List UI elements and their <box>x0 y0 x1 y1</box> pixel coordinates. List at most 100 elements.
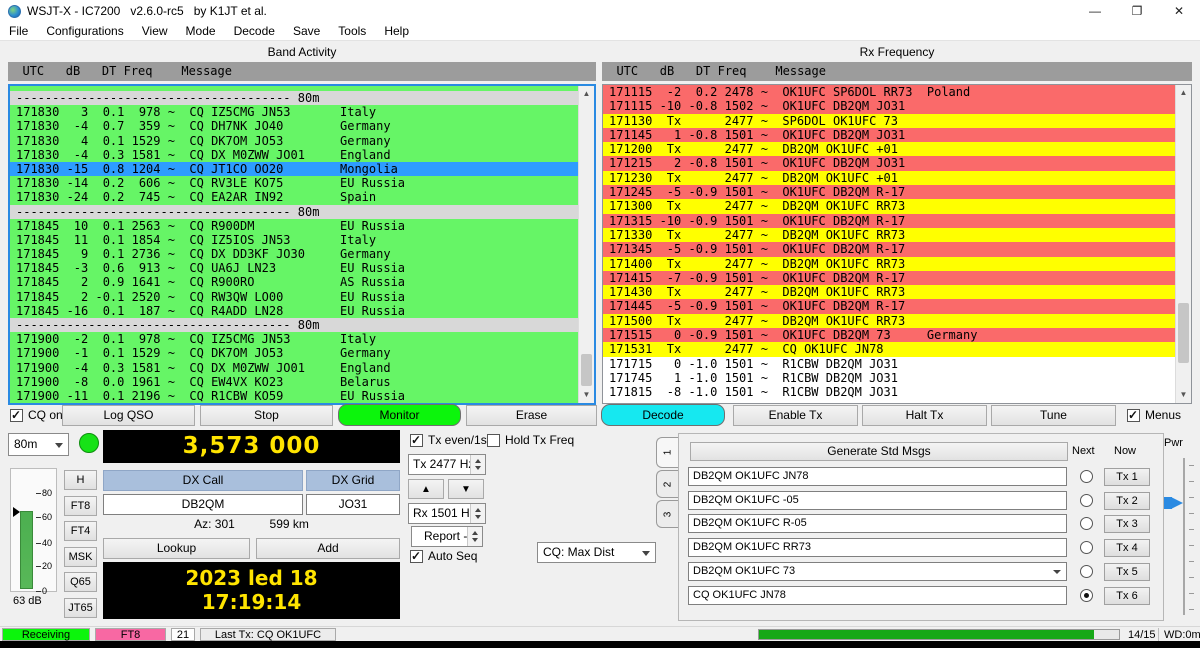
report-spinner[interactable]: Report -5 <box>411 526 483 547</box>
decode-button[interactable]: Decode <box>601 404 725 426</box>
band-activity-scrollbar[interactable]: ▲ ▼ <box>578 86 594 403</box>
dx-grid-field[interactable]: JO31 <box>306 494 400 515</box>
rx-frequency-row[interactable]: 171515 0 -0.9 1501 ~ OK1UFC DB2QM 73 Ger… <box>603 328 1175 342</box>
rx-frequency-row[interactable]: 171200 Tx 2477 ~ DB2QM OK1UFC +01 <box>603 142 1175 156</box>
rx-frequency-row[interactable]: 171531 Tx 2477 ~ CQ OK1UFC JN78 <box>603 342 1175 356</box>
scroll-down-icon[interactable]: ▼ <box>579 387 594 403</box>
tx-message-field-5[interactable]: DB2QM OK1UFC 73 <box>688 562 1067 581</box>
tx-3-button[interactable]: Tx 3 <box>1104 515 1150 533</box>
message-tab-3[interactable]: 3 <box>656 500 678 528</box>
menu-view[interactable]: View <box>133 24 177 38</box>
next-radio-4[interactable] <box>1080 541 1093 554</box>
tx-1-button[interactable]: Tx 1 <box>1104 468 1150 486</box>
close-button[interactable]: ✕ <box>1158 0 1200 22</box>
rx-frequency-row[interactable]: 171445 -5 -0.9 1501 ~ OK1UFC DB2QM R-17 <box>603 299 1175 313</box>
rx-frequency-row[interactable]: 171115 -10 -0.8 1502 ~ OK1UFC DB2QM JO31 <box>603 99 1175 113</box>
menu-save[interactable]: Save <box>284 24 329 38</box>
restore-button[interactable]: ❐ <box>1116 0 1158 22</box>
band-activity-row[interactable]: 171900 -8 0.0 1961 ~ CQ EW4VX KO23Belaru… <box>10 375 578 389</box>
tx-freq-up-button[interactable]: ▲ <box>408 479 444 499</box>
menu-configurations[interactable]: Configurations <box>37 24 132 38</box>
band-activity-list[interactable]: -------------------------------------- 8… <box>8 84 596 405</box>
rx-frequency-row[interactable]: 171115 -2 0.2 2478 ~ OK1UFC SP6DOL RR73 … <box>603 85 1175 99</box>
band-activity-row[interactable]: 171845 10 0.1 2563 ~ CQ R900DMEU Russia <box>10 219 578 233</box>
band-activity-row[interactable]: 171830 -24 0.2 745 ~ CQ EA2AR IN92Spain <box>10 190 578 204</box>
tx-message-field-4[interactable]: DB2QM OK1UFC RR73 <box>688 538 1067 557</box>
spin-buttons-icon[interactable] <box>467 527 482 546</box>
tx-freq-down-button[interactable]: ▼ <box>448 479 484 499</box>
mode-button-jt65[interactable]: JT65 <box>64 598 97 618</box>
rx-frequency-row[interactable]: 171330 Tx 2477 ~ DB2QM OK1UFC RR73 <box>603 228 1175 242</box>
rx-frequency-row[interactable]: 171430 Tx 2477 ~ DB2QM OK1UFC RR73 <box>603 285 1175 299</box>
lookup-button[interactable]: Lookup <box>103 538 250 559</box>
dx-call-field[interactable]: DB2QM <box>103 494 303 515</box>
spin-buttons-icon[interactable] <box>470 504 485 523</box>
band-activity-row[interactable]: 171845 -3 0.6 913 ~ CQ UA6J LN23EU Russi… <box>10 261 578 275</box>
spin-buttons-icon[interactable] <box>470 455 485 474</box>
rx-frequency-row[interactable]: 171230 Tx 2477 ~ DB2QM OK1UFC +01 <box>603 171 1175 185</box>
mode-button-ft4[interactable]: FT4 <box>64 521 97 541</box>
scroll-up-icon[interactable]: ▲ <box>579 86 594 102</box>
rx-frequency-row[interactable]: 171315 -10 -0.9 1501 ~ OK1UFC DB2QM R-17 <box>603 214 1175 228</box>
tx-message-field-3[interactable]: DB2QM OK1UFC R-05 <box>688 514 1067 533</box>
scroll-thumb[interactable] <box>1178 303 1189 363</box>
scroll-down-icon[interactable]: ▼ <box>1176 387 1191 403</box>
band-activity-row[interactable]: 171845 11 0.1 1854 ~ CQ IZ5IOS JN53Italy <box>10 233 578 247</box>
tx-message-field-1[interactable]: DB2QM OK1UFC JN78 <box>688 467 1067 486</box>
minimize-button[interactable]: — <box>1074 0 1116 22</box>
band-activity-row[interactable]: 171845 2 0.9 1641 ~ CQ R900ROAS Russia <box>10 275 578 289</box>
tx-6-button[interactable]: Tx 6 <box>1104 587 1150 605</box>
band-activity-row[interactable]: 171845 9 0.1 2736 ~ CQ DX DD3KF JO30Germ… <box>10 247 578 261</box>
tx-even-checkbox[interactable]: Tx even/1st <box>410 433 490 447</box>
band-activity-row[interactable]: 171830 -4 0.7 359 ~ CQ DH7NK JO40Germany <box>10 119 578 133</box>
band-activity-row[interactable]: 171830 3 0.1 978 ~ CQ IZ5CMG JN53Italy <box>10 105 578 119</box>
menu-file[interactable]: File <box>0 24 37 38</box>
rx-frequency-row[interactable]: 171715 0 -1.0 1501 ~ R1CBW DB2QM JO31 <box>603 357 1175 371</box>
tx-message-field-2[interactable]: DB2QM OK1UFC -05 <box>688 491 1067 510</box>
tx-4-button[interactable]: Tx 4 <box>1104 539 1150 557</box>
mode-button-msk[interactable]: MSK <box>64 547 97 567</box>
pwr-slider[interactable] <box>1183 458 1185 615</box>
band-activity-row[interactable]: 171830 -4 0.3 1581 ~ CQ DX M0ZWW JO01Eng… <box>10 148 578 162</box>
band-activity-row[interactable]: 171900 -4 0.3 1581 ~ CQ DX M0ZWW JO01Eng… <box>10 361 578 375</box>
menu-decode[interactable]: Decode <box>225 24 284 38</box>
tx-message-field-6[interactable]: CQ OK1UFC JN78 <box>688 586 1067 605</box>
band-select[interactable]: 80m <box>8 433 69 456</box>
erase-button[interactable]: Erase <box>466 405 597 426</box>
mode-button-q65[interactable]: Q65 <box>64 572 97 592</box>
next-radio-5[interactable] <box>1080 565 1093 578</box>
band-activity-row[interactable]: 171845 2 -0.1 2520 ~ CQ RW3QW LO00EU Rus… <box>10 290 578 304</box>
scroll-up-icon[interactable]: ▲ <box>1176 85 1191 101</box>
rx-frequency-row[interactable]: 171415 -7 -0.9 1501 ~ OK1UFC DB2QM R-17 <box>603 271 1175 285</box>
rx-frequency-row[interactable]: 171215 2 -0.8 1501 ~ OK1UFC DB2QM JO31 <box>603 156 1175 170</box>
menus-checkbox[interactable]: Menus <box>1127 408 1181 422</box>
rx-frequency-row[interactable]: 171815 -8 -1.0 1501 ~ R1CBW DB2QM JO31 <box>603 385 1175 399</box>
rx-frequency-row[interactable]: 171145 1 -0.8 1501 ~ OK1UFC DB2QM JO31 <box>603 128 1175 142</box>
pwr-slider-handle[interactable] <box>1171 497 1183 509</box>
band-activity-row[interactable]: 171830 4 0.1 1529 ~ CQ DK7OM JO53Germany <box>10 134 578 148</box>
tx-5-button[interactable]: Tx 5 <box>1104 563 1150 581</box>
tx-freq-spinner[interactable]: Tx 2477 Hz <box>408 454 486 475</box>
next-radio-2[interactable] <box>1080 494 1093 507</box>
rx-frequency-scrollbar[interactable]: ▲ ▼ <box>1175 85 1191 403</box>
rx-frequency-list[interactable]: 171115 -2 0.2 2478 ~ OK1UFC SP6DOL RR73 … <box>602 84 1192 404</box>
add-button[interactable]: Add <box>256 538 400 559</box>
menu-tools[interactable]: Tools <box>329 24 375 38</box>
auto-seq-checkbox[interactable]: Auto Seq <box>410 549 477 563</box>
scroll-thumb[interactable] <box>581 354 592 386</box>
rx-frequency-row[interactable]: 171345 -5 -0.9 1501 ~ OK1UFC DB2QM R-17 <box>603 242 1175 256</box>
enable-tx-button[interactable]: Enable Tx <box>733 405 858 426</box>
menu-help[interactable]: Help <box>375 24 418 38</box>
stop-button[interactable]: Stop <box>200 405 333 426</box>
tx-2-button[interactable]: Tx 2 <box>1104 492 1150 510</box>
band-activity-row[interactable]: 171900 -1 0.1 1529 ~ CQ DK7OM JO53German… <box>10 346 578 360</box>
rx-frequency-row[interactable]: 171745 1 -1.0 1501 ~ R1CBW DB2QM JO31 <box>603 371 1175 385</box>
band-activity-row[interactable]: 171830 -14 0.2 606 ~ CQ RV3LE KO75EU Rus… <box>10 176 578 190</box>
band-activity-row[interactable]: 171845 -16 0.1 187 ~ CQ R4ADD LN28EU Rus… <box>10 304 578 318</box>
rx-freq-spinner[interactable]: Rx 1501 Hz <box>408 503 486 524</box>
halt-tx-button[interactable]: Halt Tx <box>862 405 987 426</box>
menu-mode[interactable]: Mode <box>177 24 225 38</box>
rx-frequency-row[interactable]: 171400 Tx 2477 ~ DB2QM OK1UFC RR73 <box>603 257 1175 271</box>
rx-frequency-row[interactable]: 171300 Tx 2477 ~ DB2QM OK1UFC RR73 <box>603 199 1175 213</box>
band-activity-row[interactable]: 171830 -15 0.8 1204 ~ CQ JT1CO OO20Mongo… <box>10 162 578 176</box>
